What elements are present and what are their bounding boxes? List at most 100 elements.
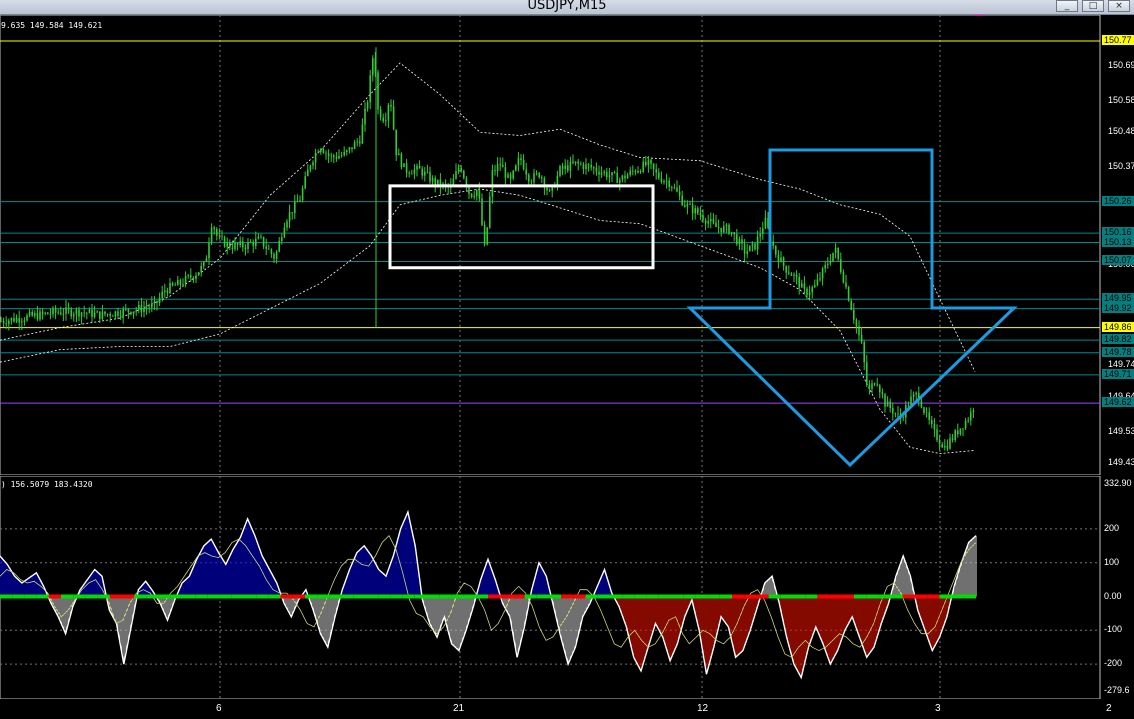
candle-body <box>156 301 158 303</box>
candle-body <box>496 164 499 172</box>
candle-body <box>746 251 748 254</box>
candle-body <box>117 311 119 316</box>
candle-body <box>941 444 943 448</box>
candle-body <box>717 226 720 228</box>
candle-body <box>351 147 353 149</box>
candle-body <box>564 165 566 169</box>
candle-body <box>694 208 696 214</box>
indicator-plot-area <box>0 476 1101 699</box>
candle-body <box>405 163 408 173</box>
candle-body <box>736 234 738 245</box>
candle-body <box>512 170 514 179</box>
candle-body <box>832 252 834 261</box>
indicator-tick-label: 200 <box>1104 522 1120 533</box>
candle-body <box>47 312 49 315</box>
candle-body <box>138 305 140 310</box>
candle-body <box>790 273 793 276</box>
price-chart[interactable] <box>0 15 1134 475</box>
price-level-label: 149.62 <box>1102 397 1134 408</box>
candle-body <box>23 320 26 322</box>
window-title-bar[interactable]: USDJPY,M15 _ □ × <box>0 0 1134 15</box>
candle-body <box>320 149 322 153</box>
candle-body <box>57 312 59 314</box>
candle-body <box>541 177 543 179</box>
candle-body <box>122 309 124 317</box>
candle-body <box>671 186 673 188</box>
candle-body <box>707 221 709 224</box>
price-level-label: 149.86 <box>1102 321 1134 332</box>
candle-body <box>333 155 335 157</box>
candle-body <box>686 204 689 207</box>
candle-body <box>902 417 904 419</box>
candle-body <box>777 254 780 262</box>
candle-body <box>153 301 156 304</box>
candle-body <box>850 300 852 310</box>
candle-body <box>559 166 561 176</box>
candle-body <box>803 283 806 289</box>
candle-body <box>338 156 340 159</box>
indicator-tick-label: 0.00 <box>1104 590 1122 601</box>
candle-body <box>106 313 109 315</box>
price-level-label: 149.71 <box>1102 368 1134 379</box>
candle-body <box>894 413 897 415</box>
candle-body <box>626 174 629 179</box>
candle-body <box>101 311 104 319</box>
candle-body <box>278 240 280 252</box>
candle-body <box>509 174 512 179</box>
candle-body <box>67 307 70 310</box>
minimize-button[interactable]: _ <box>1056 0 1078 12</box>
candle-body <box>455 171 457 179</box>
candle-body <box>712 219 715 223</box>
candle-body <box>842 272 845 283</box>
candle-body <box>231 247 234 249</box>
candle-body <box>647 159 650 166</box>
candle-body <box>190 275 192 278</box>
candle-body <box>814 285 816 288</box>
candle-body <box>699 213 702 216</box>
price-level-label: 150.26 <box>1102 195 1134 206</box>
candle-body <box>353 142 356 150</box>
time-tick-label: 2 <box>1106 703 1112 714</box>
candle-body <box>70 309 72 317</box>
candle-body <box>715 222 717 227</box>
candle-body <box>382 117 384 122</box>
candle-body <box>837 247 839 260</box>
candle-body <box>567 165 569 171</box>
candle-body <box>528 174 530 182</box>
candle-body <box>182 284 184 285</box>
candle-body <box>920 400 923 408</box>
candle-body <box>759 234 761 237</box>
candle-body <box>613 172 616 173</box>
candle-body <box>244 247 247 250</box>
candle-body <box>957 430 959 435</box>
candle-body <box>886 401 889 407</box>
candle-body <box>356 141 358 143</box>
candle-body <box>762 228 764 234</box>
candle-body <box>286 221 288 228</box>
candle-body <box>931 420 933 424</box>
candle-body <box>21 321 23 323</box>
maximize-button[interactable]: □ <box>1082 0 1104 12</box>
candle-body <box>291 212 293 213</box>
candle-body <box>824 264 826 269</box>
candle-body <box>938 440 941 445</box>
candle-body <box>390 105 392 107</box>
candle-body <box>970 412 972 421</box>
price-level-label: 150.07 <box>1102 255 1134 266</box>
candle-body <box>728 224 730 234</box>
indicator-chart[interactable] <box>0 476 1134 699</box>
candle-body <box>10 318 13 321</box>
candle-body <box>62 314 65 315</box>
close-button[interactable]: × <box>1108 0 1130 12</box>
candle-body <box>385 120 387 122</box>
candle-body <box>720 227 722 233</box>
candle-body <box>460 167 462 171</box>
candle-body <box>743 243 746 254</box>
candle-body <box>689 204 691 205</box>
candle-body <box>944 446 946 448</box>
candle-body <box>421 168 423 176</box>
candle-body <box>317 152 319 153</box>
candle-body <box>18 318 20 323</box>
candle-body <box>858 326 860 335</box>
candle-body <box>569 161 572 171</box>
